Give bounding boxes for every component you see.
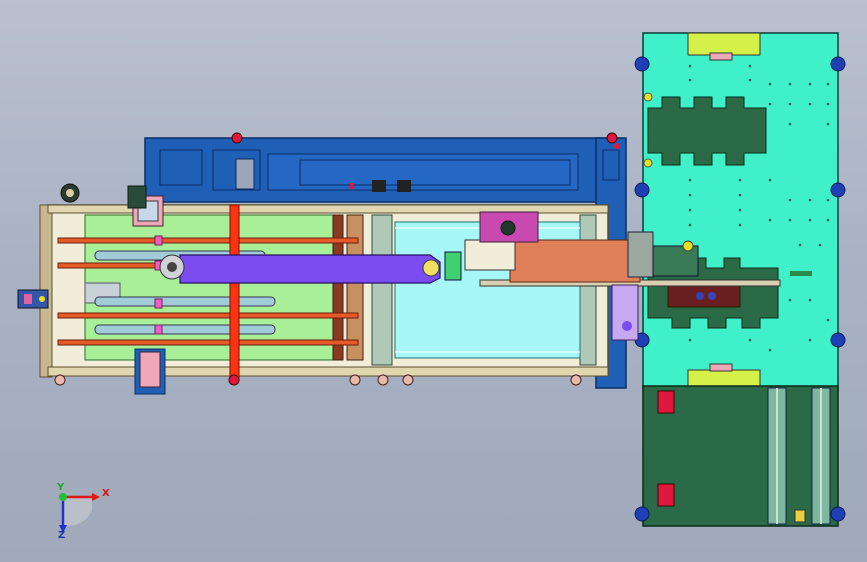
axis-triad	[59, 493, 100, 533]
x-axis-label: X	[102, 488, 110, 499]
cad-viewport[interactable]: X Z Y	[0, 0, 867, 562]
z-axis-label: Z	[58, 530, 66, 541]
y-axis-label: Y	[57, 482, 65, 493]
y-axis-dot	[59, 493, 67, 501]
